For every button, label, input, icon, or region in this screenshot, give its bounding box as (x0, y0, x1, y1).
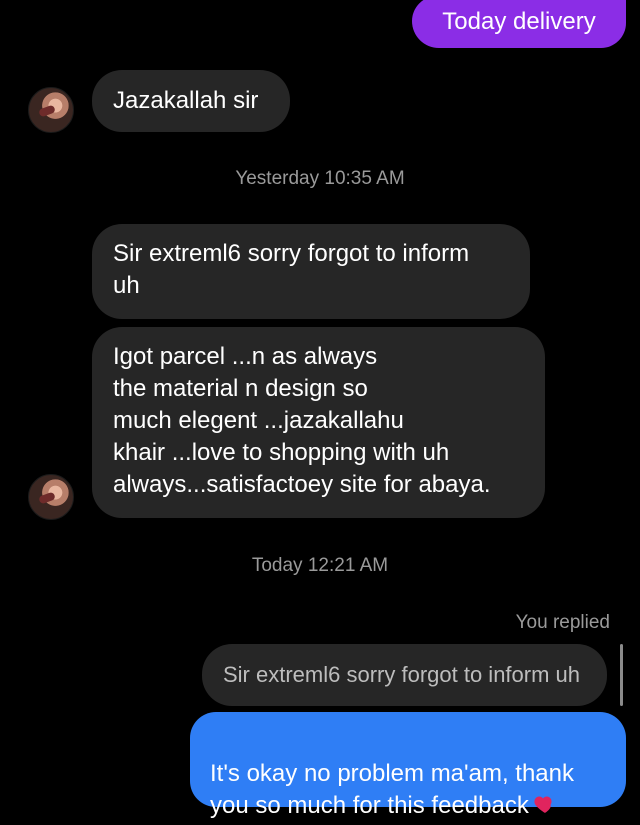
chat-thread: Today delivery Jazakallah sir Yesterday … (0, 0, 640, 819)
outgoing-message-thanks-text: It's okay no problem ma'am, thank you so… (210, 760, 574, 819)
you-replied-label: You replied (515, 612, 610, 633)
quoted-message[interactable]: Sir extreml6 sorry forgot to inform uh (202, 644, 607, 706)
contact-avatar-second (28, 474, 74, 520)
incoming-message-jazakallah[interactable]: Jazakallah sir (92, 70, 290, 132)
heart-icon (533, 792, 557, 816)
incoming-message-feedback[interactable]: Igot parcel ...n as always the material … (92, 327, 545, 518)
reply-indicator-bar (620, 644, 623, 706)
timestamp-today: Today 12:21 AM (251, 555, 389, 576)
outgoing-message-today-delivery[interactable]: Today delivery (412, 0, 626, 48)
contact-avatar (28, 87, 74, 133)
outgoing-message-thanks[interactable]: It's okay no problem ma'am, thank you so… (190, 712, 626, 819)
timestamp-yesterday: Yesterday 10:35 AM (235, 168, 405, 189)
incoming-message-sorry[interactable]: Sir extreml6 sorry forgot to inform uh (92, 224, 530, 319)
